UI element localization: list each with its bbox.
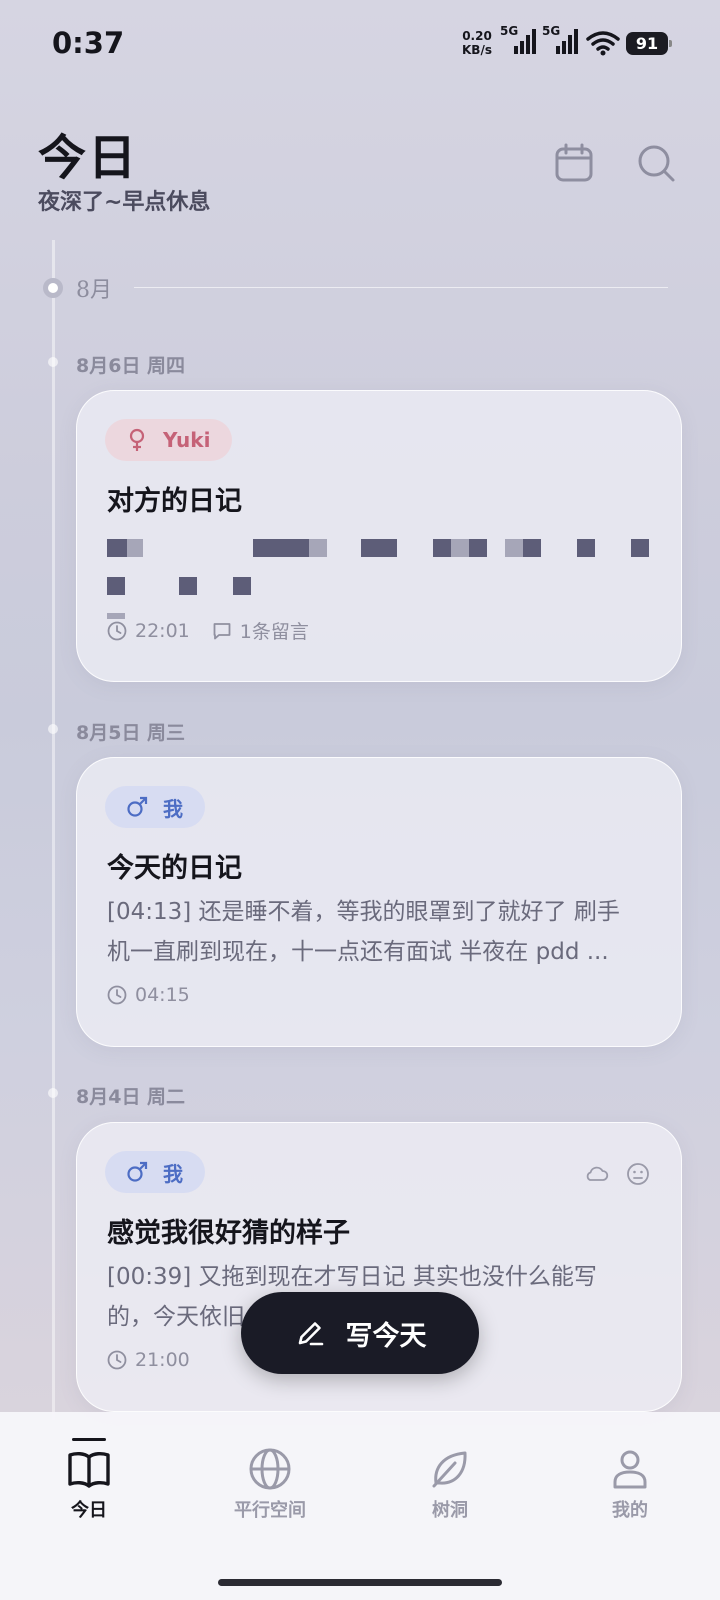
entry-time: 04:15 (135, 984, 190, 1006)
cloud-icon (586, 1166, 609, 1181)
entry-time: 22:01 (135, 619, 190, 642)
entry-time: 21:00 (135, 1349, 190, 1371)
entry-preview-line: [00:39] 又拖到现在才写日记 其实也没什么能写 (107, 1264, 597, 1290)
status-bar: 0:37 0.20 KB/s 5G 5G 91 (0, 0, 720, 90)
clock-icon (107, 1350, 127, 1370)
author-tag: 我 (105, 1151, 205, 1193)
wifi-icon (586, 31, 620, 56)
page-subtitle: 夜深了~早点休息 (38, 190, 211, 215)
network-speed-value: 0.20 (462, 29, 492, 43)
book-icon (68, 1451, 110, 1488)
tab-mine[interactable]: 我的 (565, 1446, 695, 1522)
tab-label: 今日 (71, 1500, 107, 1521)
active-tab-indicator (72, 1438, 106, 1441)
tab-label: 平行空间 (234, 1500, 306, 1521)
entry-status-icons (583, 1161, 651, 1187)
divider (134, 287, 668, 288)
battery-indicator: 91 (626, 32, 672, 55)
month-marker (43, 278, 63, 298)
user-icon (613, 1450, 647, 1489)
home-indicator[interactable] (218, 1579, 502, 1586)
entry-meta: 21:00 (107, 1349, 190, 1371)
pen-icon (298, 1322, 323, 1346)
author-name: 我 (163, 796, 183, 821)
globe-icon (249, 1448, 291, 1490)
diary-entry-card[interactable]: Yuki 对方的日记 22:01 1条留言 (76, 390, 682, 682)
clock-icon (107, 621, 127, 640)
female-icon (129, 428, 145, 451)
author-tag: 我 (105, 786, 205, 828)
comment-icon (213, 622, 231, 639)
male-icon (127, 796, 148, 817)
author-name: 我 (163, 1161, 183, 1186)
entry-preview: [04:13] 还是睡不着，等我的眼罩到了就好了 刷手 机一直刷到现在，十一点还… (107, 892, 653, 972)
day-label: 8月5日 周三 (76, 722, 186, 744)
entry-title: 今天的日记 (107, 853, 242, 884)
network-speed: 0.20 KB/s (462, 29, 492, 57)
entry-title: 感觉我很好猜的样子 (107, 1218, 350, 1249)
page-title: 今日 (38, 130, 139, 186)
search-icon[interactable] (636, 143, 676, 183)
entry-title: 对方的日记 (107, 486, 242, 517)
day-label: 8月4日 周二 (76, 1086, 186, 1108)
month-label: 8月 (76, 278, 112, 303)
tab-parallel-space[interactable]: 平行空间 (205, 1446, 335, 1522)
tab-label: 树洞 (432, 1500, 468, 1521)
entry-preview-line: 机一直刷到现在，十一点还有面试 半夜在 pdd ... (107, 939, 609, 965)
author-tag: Yuki (105, 419, 233, 461)
signal-bars-icon (514, 29, 536, 54)
diary-entry-card[interactable]: 我 今天的日记 [04:13] 还是睡不着，等我的眼罩到了就好了 刷手 机一直刷… (76, 757, 682, 1047)
author-name: Yuki (163, 428, 211, 452)
tab-tree-hole[interactable]: 树洞 (385, 1446, 515, 1522)
comment-count-label: 1条留言 (239, 621, 309, 643)
neutral-face-icon (627, 1163, 649, 1185)
clock-icon (107, 985, 127, 1005)
day-marker (48, 357, 58, 367)
entry-preview-line: [04:13] 还是睡不着，等我的眼罩到了就好了 刷手 (107, 899, 620, 925)
calendar-icon[interactable] (554, 143, 594, 183)
write-today-button[interactable]: 写今天 (241, 1292, 479, 1374)
day-marker (48, 1088, 58, 1098)
day-marker (48, 724, 58, 734)
comment-count[interactable]: 1条留言 (212, 617, 309, 644)
tab-today[interactable]: 今日 (24, 1438, 154, 1522)
day-label: 8月6日 周四 (76, 355, 186, 377)
male-icon (127, 1161, 148, 1182)
bottom-tab-bar: 今日 平行空间 树洞 我的 (0, 1412, 720, 1600)
network-speed-unit: KB/s (462, 43, 492, 57)
entry-meta: 04:15 (107, 984, 190, 1006)
leaf-icon (432, 1451, 467, 1488)
entry-meta: 22:01 1条留言 (107, 617, 309, 644)
write-today-label: 写今天 (345, 1320, 427, 1352)
status-time: 0:37 (52, 26, 125, 60)
signal-bars-icon (556, 29, 578, 54)
tab-label: 我的 (612, 1500, 648, 1521)
timeline-line (52, 240, 55, 1420)
